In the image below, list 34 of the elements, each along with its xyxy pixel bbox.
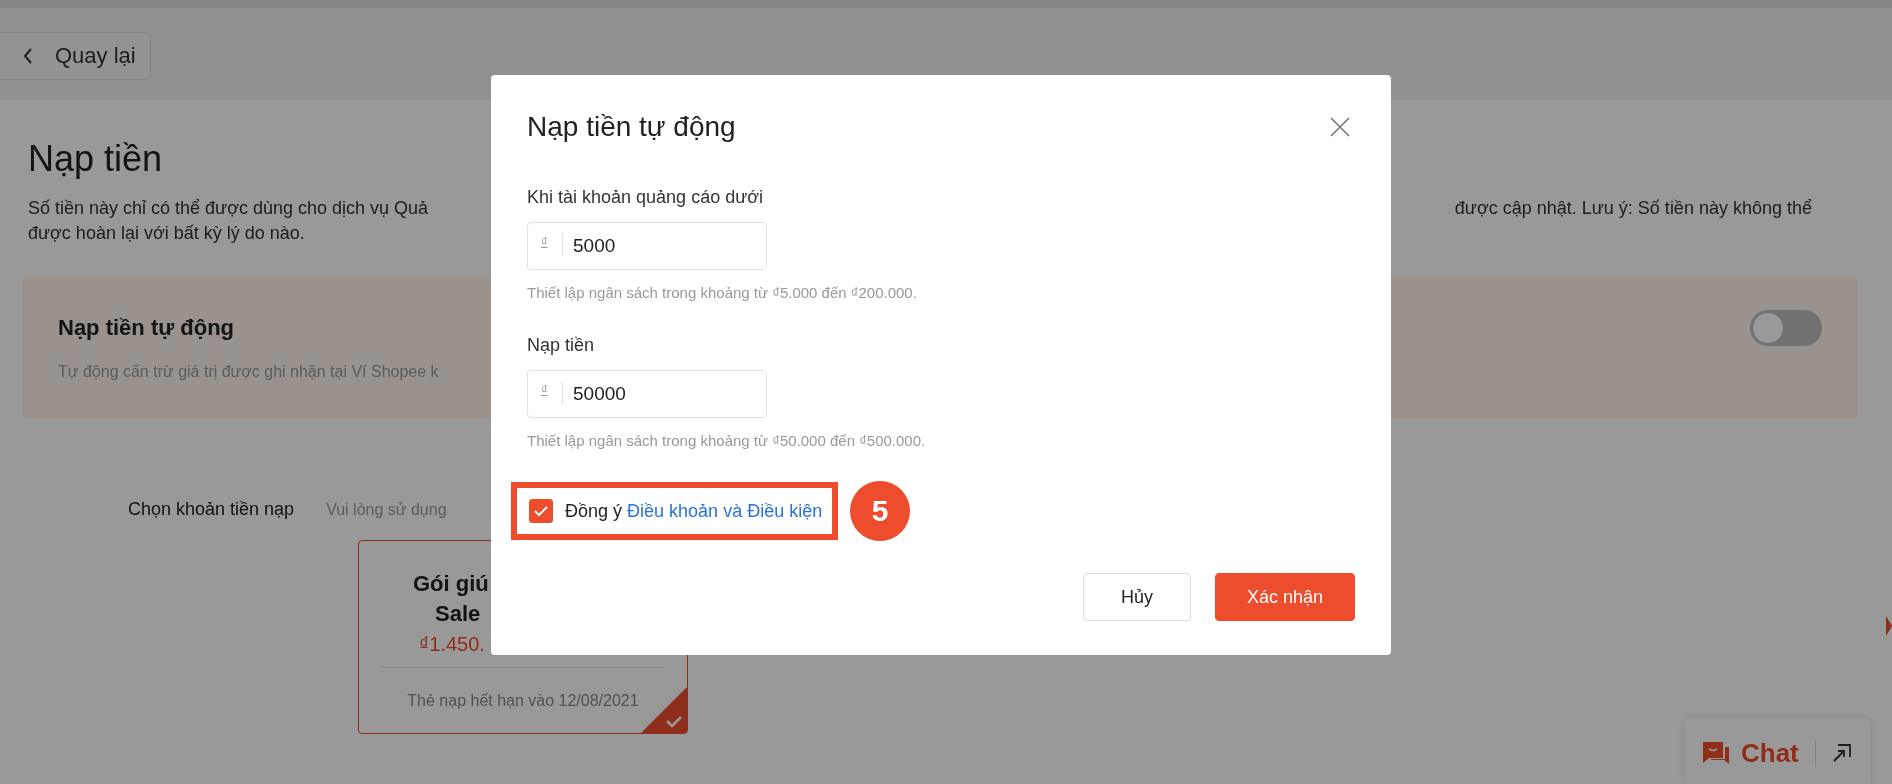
package-price: ₫1.450. — [419, 633, 485, 656]
package-title: Gói giú — [413, 570, 489, 598]
description-text: được hoàn lại với bất kỳ lý do nào. — [28, 222, 305, 245]
field-hint: Thiết lập ngân sách trong khoảng từ ₫50.000 đến ₫500.000. — [527, 432, 927, 449]
field-hint: Thiết lập ngân sách trong khoảng từ ₫5.000 đến ₫200.000. — [527, 284, 918, 301]
terms-link[interactable]: Điều khoản và Điều kiện — [627, 500, 823, 521]
expiry-text: Thẻ nạp hết hạn vào 12/08/2021 — [407, 691, 639, 710]
page-title: Nạp tiền — [28, 138, 163, 180]
triangle-icon — [1886, 616, 1892, 636]
field-label: Nạp tiền — [527, 335, 596, 356]
amount-hint: Vui lòng sử dụng — [326, 501, 447, 520]
cancel-button[interactable]: Hủy — [1083, 573, 1191, 621]
back-button[interactable]: Quay lại — [0, 32, 151, 80]
step-badge: 5 — [850, 481, 911, 541]
chat-widget[interactable]: Chat — [1685, 718, 1870, 784]
currency-symbol: ₫ — [541, 234, 548, 249]
package-title: Sale — [435, 600, 481, 628]
chat-icon — [1701, 739, 1731, 767]
chevron-left-icon — [23, 48, 33, 64]
chat-label: Chat — [1741, 737, 1799, 769]
currency-symbol: ₫ — [541, 382, 548, 397]
card-subtitle: Tự động cấn trừ giá trị được ghi nhận tại Ví Shopee k — [58, 362, 439, 381]
dialog-title: Nạp tiền tự động — [527, 111, 736, 143]
confirm-button[interactable]: Xác nhận — [1215, 573, 1355, 621]
amount-label: Chọn khoản tiền nạp — [128, 499, 295, 520]
card-title: Nạp tiền tự động — [58, 314, 236, 341]
checkmark-icon — [534, 505, 548, 517]
agree-checkbox[interactable] — [529, 499, 553, 523]
field-label: Khi tài khoản quảng cáo dưới — [527, 187, 764, 208]
description-text: được cập nhật. Lưu ý: Số tiền này không thể — [1454, 197, 1812, 220]
agreement-text: Đồng ý Điều khoản và Điều kiện — [565, 500, 823, 522]
auto-topup-toggle[interactable] — [1750, 310, 1822, 346]
expand-icon[interactable] — [1831, 743, 1852, 763]
description-text: Số tiền này chỉ có thể được dùng cho dịch vụ Quả — [28, 197, 429, 220]
